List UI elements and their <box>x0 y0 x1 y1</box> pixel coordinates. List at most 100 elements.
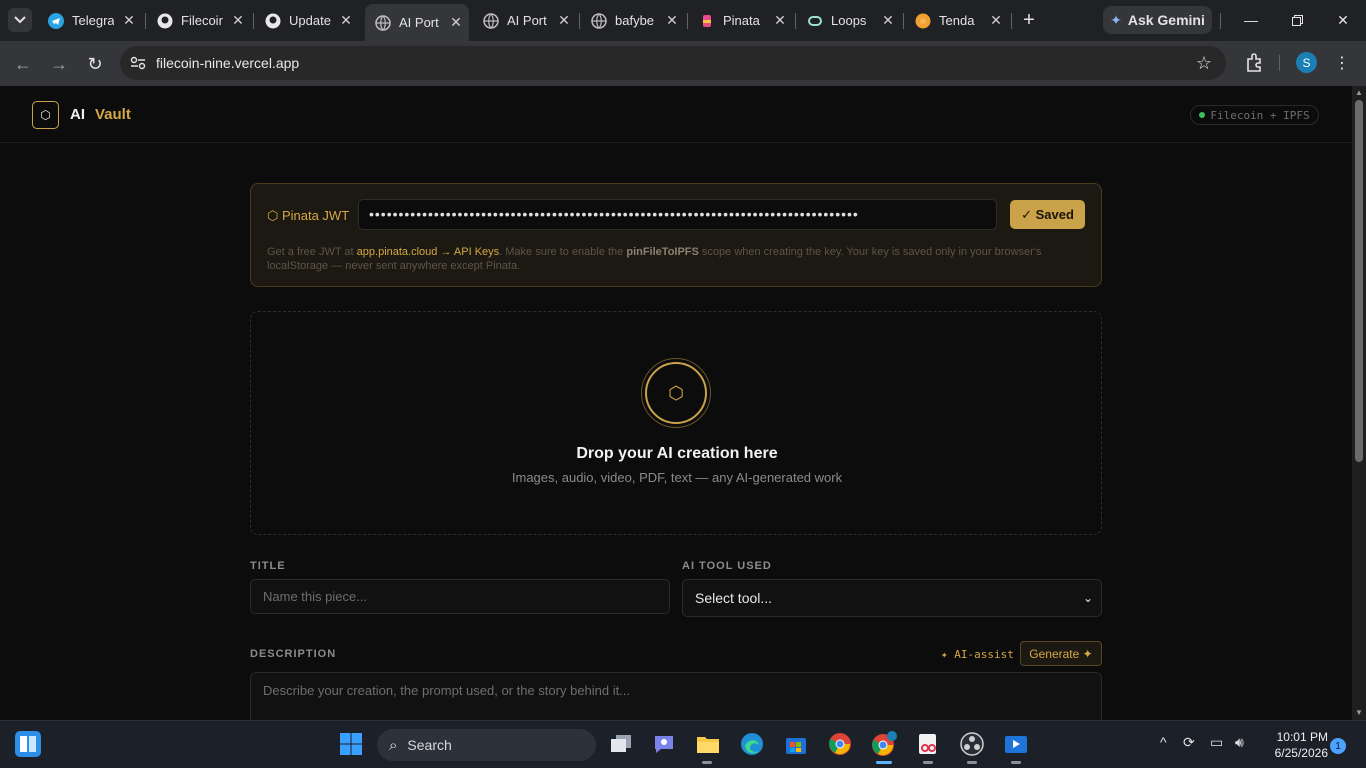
tenda-icon <box>915 13 931 29</box>
description-textarea[interactable]: Describe your creation, the prompt used,… <box>250 672 1102 720</box>
loops-icon <box>807 13 823 29</box>
restore-icon <box>1291 14 1303 26</box>
more-menu-icon[interactable]: ⋮ <box>1334 52 1350 74</box>
windows-start-icon[interactable] <box>338 731 364 757</box>
tab-label: AI Port <box>399 15 439 30</box>
tab-separator <box>253 13 254 29</box>
volume-icon[interactable]: 🔊︎ <box>1235 734 1244 751</box>
tab-tenda[interactable]: Tenda ✕ <box>915 6 1005 35</box>
ai-tool-select[interactable]: Select tool... ⌄ <box>682 579 1102 617</box>
omnibox[interactable]: filecoin-nine.vercel.app ☆ <box>120 46 1226 80</box>
logo-vault-text: Vault <box>95 106 131 123</box>
dropzone-title: Drop your AI creation here <box>576 445 778 462</box>
edge-icon[interactable] <box>739 731 765 757</box>
description-label: DESCRIPTION <box>250 648 337 660</box>
snipping-tool-icon[interactable] <box>915 731 941 757</box>
restore-button[interactable] <box>1282 8 1312 32</box>
reload-button[interactable]: ↻ <box>82 51 108 77</box>
network-badge: Filecoin + IPFS <box>1190 105 1319 125</box>
globe-icon <box>591 12 607 29</box>
url-text[interactable]: filecoin-nine.vercel.app <box>156 55 299 71</box>
web-page: ⬡ AI Vault Filecoin + IPFS ⬡ Pinata JWT … <box>0 86 1352 720</box>
pinata-api-keys-link[interactable]: app.pinata.cloud → API Keys <box>357 246 499 258</box>
profile-avatar[interactable]: S <box>1296 52 1317 73</box>
active-app-indicator <box>876 761 892 764</box>
close-icon[interactable]: ✕ <box>337 12 355 30</box>
github-icon <box>265 13 281 29</box>
video-editor-icon[interactable] <box>1003 731 1029 757</box>
tab-label: Loops <box>831 13 867 28</box>
obs-studio-icon[interactable] <box>959 731 985 757</box>
tab-label: Filecoir <box>181 13 223 28</box>
notification-badge[interactable]: 1 <box>1330 738 1346 754</box>
close-icon[interactable]: ✕ <box>987 12 1005 30</box>
help-text: Get a free JWT at <box>267 246 357 258</box>
gemini-icon: ✦ <box>1110 11 1122 28</box>
forward-button[interactable]: → <box>46 51 72 77</box>
tab-telegram[interactable]: Telegra ✕ <box>48 6 138 35</box>
tab-ai-portfolio[interactable]: AI Port ✕ <box>483 6 573 35</box>
chevron-up-icon[interactable]: ^ <box>1160 734 1167 750</box>
tab-loops[interactable]: Loops ✕ <box>807 6 897 35</box>
title-input[interactable]: Name this piece... <box>250 579 670 614</box>
site-header: ⬡ AI Vault Filecoin + IPFS <box>0 86 1352 143</box>
tab-update-github[interactable]: Update ✕ <box>265 6 355 35</box>
system-clock[interactable]: 10:01 PM 6/25/2026 <box>1262 729 1328 761</box>
windows-taskbar: ⌕ Search ^ ⟳ ▭ 🔊︎ 10:01 PM 6/25/2026 1 <box>0 720 1366 768</box>
tab-separator <box>687 13 688 29</box>
bookmark-star-icon[interactable]: ☆ <box>1196 53 1212 74</box>
taskbar-search[interactable]: ⌕ Search <box>377 729 596 761</box>
ask-gemini-button[interactable]: ✦ Ask Gemini <box>1103 6 1212 34</box>
help-text: . Make sure to enable the <box>499 246 627 258</box>
new-tab-button[interactable]: + <box>1018 9 1040 31</box>
saved-button[interactable]: ✓ Saved <box>1010 200 1085 229</box>
logo-ai-text: AI <box>70 106 85 123</box>
scroll-up-icon[interactable]: ▲ <box>1354 88 1364 98</box>
site-info-icon[interactable] <box>120 46 156 80</box>
widgets-icon[interactable] <box>15 731 41 757</box>
close-icon[interactable]: ✕ <box>120 12 138 30</box>
address-bar-row: ← → ↻ filecoin-nine.vercel.app ☆ <box>0 41 1366 86</box>
dropzone-subtitle: Images, audio, video, PDF, text — any AI… <box>511 470 843 485</box>
close-icon[interactable]: ✕ <box>879 12 897 30</box>
back-button[interactable]: ← <box>10 51 36 77</box>
scroll-down-icon[interactable]: ▼ <box>1354 708 1364 718</box>
clock-time: 10:01 PM <box>1276 730 1328 744</box>
file-dropzone[interactable]: ⬡ Drop your AI creation here Images, aud… <box>250 311 1102 535</box>
toolbar-separator <box>1279 55 1280 71</box>
tab-ai-portfolio-active[interactable]: AI Port ✕ <box>365 4 469 41</box>
tab-pinata[interactable]: Pinata ✕ <box>699 6 789 35</box>
file-explorer-icon[interactable] <box>695 731 721 757</box>
tab-search-button[interactable] <box>8 8 32 32</box>
jwt-input[interactable]: ••••••••••••••••••••••••••••••••••••••••… <box>358 199 997 230</box>
pinata-icon <box>699 13 715 29</box>
reload-icon: ↻ <box>87 53 103 74</box>
chrome-icon[interactable] <box>827 731 853 757</box>
tab-separator <box>1220 13 1221 29</box>
sync-alert-icon[interactable]: ⟳ <box>1183 734 1195 751</box>
close-icon[interactable]: ✕ <box>771 12 789 30</box>
microsoft-store-icon[interactable] <box>783 731 809 757</box>
logo-hexagon-icon[interactable]: ⬡ <box>32 101 59 129</box>
network-badge-label: Filecoin + IPFS <box>1210 108 1310 122</box>
chevron-down-icon <box>14 16 26 24</box>
tab-filecoin-github[interactable]: Filecoir ✕ <box>157 6 247 35</box>
arrow-right-icon: → <box>50 53 68 74</box>
teams-chat-icon[interactable] <box>651 731 677 757</box>
page-scrollbar[interactable]: ▲ ▼ <box>1352 86 1366 720</box>
close-icon[interactable]: ✕ <box>555 12 573 30</box>
minimize-button[interactable]: — <box>1236 8 1266 32</box>
close-window-button[interactable]: ✕ <box>1328 8 1358 32</box>
network-icon[interactable]: ▭ <box>1210 734 1223 751</box>
upload-ring: ⬡ <box>641 358 711 428</box>
generate-button[interactable]: Generate ✦ <box>1020 641 1102 666</box>
extensions-icon[interactable] <box>1243 51 1265 73</box>
tab-separator <box>145 13 146 29</box>
close-icon[interactable]: ✕ <box>663 12 681 30</box>
task-view-icon[interactable] <box>608 731 634 757</box>
close-icon[interactable]: ✕ <box>447 14 465 32</box>
tab-bafybe[interactable]: bafybe ✕ <box>591 6 681 35</box>
chrome-profile-icon[interactable] <box>871 731 897 757</box>
scrollbar-thumb[interactable] <box>1355 100 1363 462</box>
close-icon[interactable]: ✕ <box>229 12 247 30</box>
